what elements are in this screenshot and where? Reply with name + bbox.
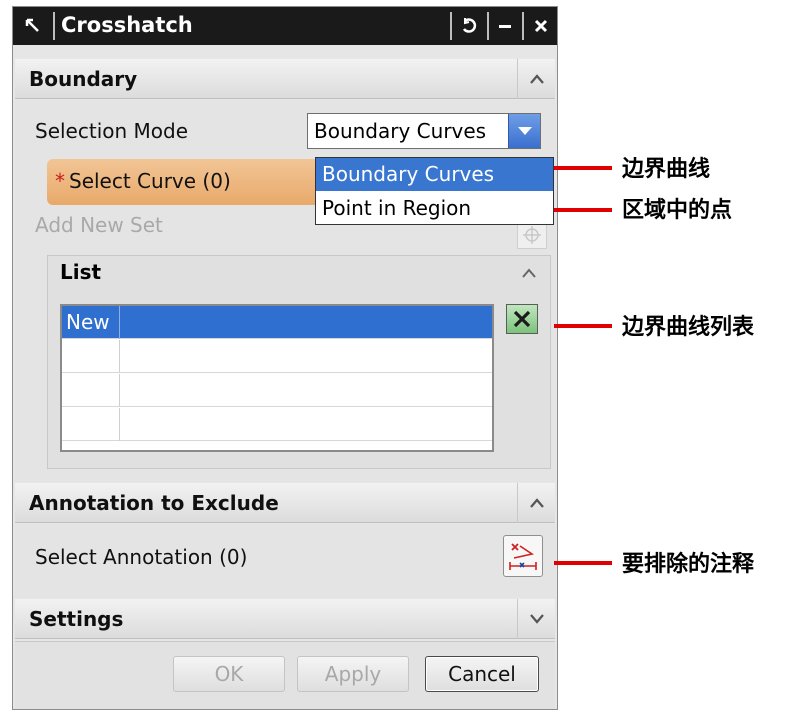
window-title: Crosshatch xyxy=(61,13,193,37)
callout-curve-list: 边界曲线列表 xyxy=(622,315,755,340)
title-bar: Crosshatch xyxy=(13,7,557,45)
callout-annotation-exclude: 要排除的注释 xyxy=(622,552,755,577)
settings-section-title: Settings xyxy=(29,607,124,631)
list-cell xyxy=(62,340,120,373)
required-marker: * xyxy=(55,169,65,193)
cancel-button[interactable]: Cancel xyxy=(425,656,539,692)
list-row[interactable]: New xyxy=(62,306,492,339)
callout-boundary-curves: 边界曲线 xyxy=(622,157,711,182)
callout-line xyxy=(554,324,612,328)
list-cell xyxy=(62,374,120,407)
list-group: List New xyxy=(47,255,551,469)
list-row[interactable] xyxy=(62,340,492,373)
annotation-select-icon[interactable] xyxy=(503,535,543,577)
apply-button[interactable]: Apply xyxy=(297,656,409,692)
pin-icon[interactable] xyxy=(13,7,53,45)
option-boundary-curves[interactable]: Boundary Curves xyxy=(316,158,553,191)
add-new-set-label: Add New Set xyxy=(35,213,163,237)
collapse-icon[interactable] xyxy=(517,483,555,523)
selection-mode-label: Selection Mode xyxy=(35,119,189,143)
selection-mode-dropdown[interactable]: Boundary Curves xyxy=(307,113,541,149)
add-set-icon[interactable] xyxy=(517,221,547,249)
callout-line xyxy=(554,208,612,212)
crosshatch-dialog: Crosshatch Boundary Selection Mode Bound… xyxy=(12,6,558,710)
list-cell: New xyxy=(62,306,120,339)
collapse-icon[interactable] xyxy=(517,59,555,99)
close-icon[interactable] xyxy=(524,7,557,45)
option-point-in-region[interactable]: Point in Region xyxy=(316,192,553,225)
list-row[interactable] xyxy=(62,374,492,407)
select-curve-label: Select Curve (0) xyxy=(69,169,231,193)
list-row[interactable] xyxy=(62,408,492,441)
select-curve-row[interactable]: * Select Curve (0) xyxy=(47,159,319,205)
delete-icon[interactable] xyxy=(506,304,538,334)
curve-list-table[interactable]: New xyxy=(60,304,494,452)
annotation-section-header[interactable]: Annotation to Exclude xyxy=(15,483,555,523)
minimize-icon[interactable] xyxy=(489,7,521,45)
list-collapse-icon[interactable] xyxy=(516,260,542,286)
annotation-section-title: Annotation to Exclude xyxy=(29,491,279,515)
selection-mode-value: Boundary Curves xyxy=(314,119,487,143)
boundary-section-title: Boundary xyxy=(29,67,138,91)
callout-line xyxy=(554,166,612,170)
settings-section-header[interactable]: Settings xyxy=(15,599,555,639)
select-annotation-label: Select Annotation (0) xyxy=(35,545,248,569)
reset-icon[interactable] xyxy=(452,7,486,45)
expand-icon[interactable] xyxy=(517,599,555,639)
callout-line xyxy=(554,561,612,565)
selection-mode-options: Boundary Curves Point in Region xyxy=(315,157,554,225)
list-cell xyxy=(62,408,120,441)
ok-button[interactable]: OK xyxy=(173,656,285,692)
callout-point-in-region: 区域中的点 xyxy=(622,198,733,223)
list-title: List xyxy=(60,260,102,284)
chevron-down-icon[interactable] xyxy=(508,114,540,148)
dialog-footer: OK Apply Cancel xyxy=(15,641,555,709)
boundary-section-header[interactable]: Boundary xyxy=(15,59,555,99)
